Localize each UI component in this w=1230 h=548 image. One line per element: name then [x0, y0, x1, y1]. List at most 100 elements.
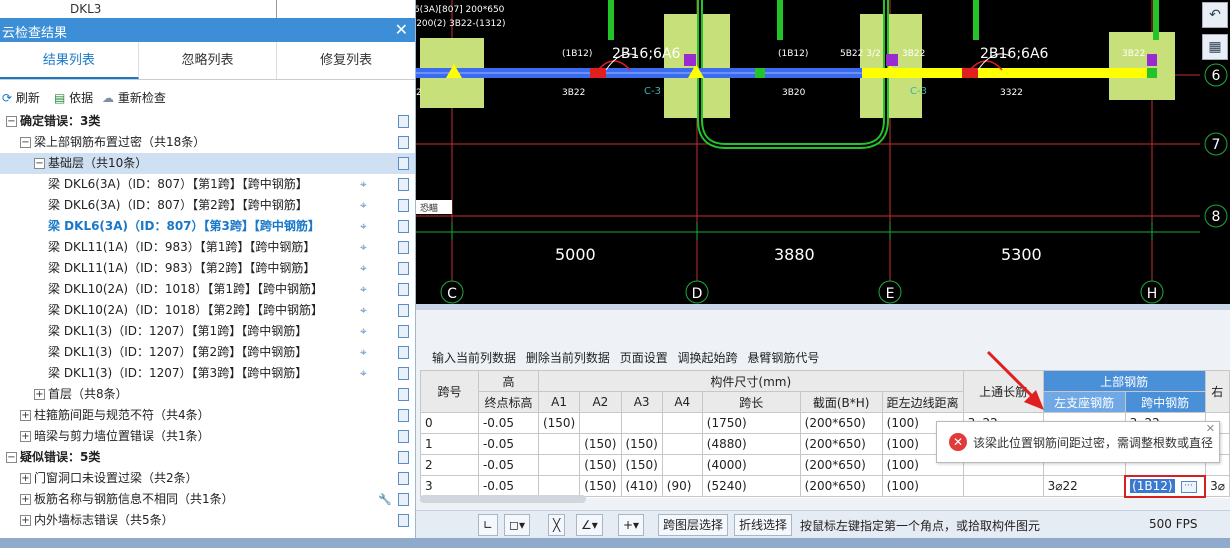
document-icon[interactable] — [398, 451, 409, 464]
table-cell[interactable] — [661, 412, 703, 434]
table-cell[interactable]: (4000) — [701, 454, 801, 476]
document-icon[interactable] — [398, 220, 409, 233]
input-column-button[interactable]: 输入当前列数据 — [432, 351, 516, 365]
tree-row[interactable]: + 内外墙标志错误（共5条） — [0, 510, 415, 531]
swap-start-span-button[interactable]: 调换起始跨 — [678, 351, 738, 365]
table-cell[interactable]: (1B12) ··· — [1124, 474, 1207, 498]
tab-ignored[interactable]: 忽略列表 — [138, 42, 278, 79]
tree-row[interactable]: 梁 DKL10(2A)（ID：1018）【第1跨】【跨中钢筋】 ⌖ — [0, 279, 415, 300]
tab-fixed[interactable]: 修复列表 — [277, 42, 415, 79]
table-cell[interactable]: -0.05 — [477, 412, 539, 434]
tree-row[interactable]: + 柱箍筋间距与规范不符（共4条） — [0, 405, 415, 426]
table-cell[interactable]: (150) — [579, 475, 622, 497]
expand-icon[interactable]: + — [34, 389, 45, 400]
table-cell[interactable]: (1750) — [701, 412, 801, 434]
tree-row[interactable]: + 首层（共8条） — [0, 384, 415, 405]
table-cell[interactable]: (410) — [620, 475, 663, 497]
table-cell[interactable]: (150) — [620, 454, 663, 476]
document-icon[interactable] — [398, 514, 409, 527]
tree-row[interactable]: − 梁上部钢筋布置过密（共18条） — [0, 132, 415, 153]
table-cell[interactable] — [620, 412, 663, 434]
offset-icon[interactable]: +▾ — [618, 514, 645, 536]
document-icon[interactable] — [398, 430, 409, 443]
expand-icon[interactable]: + — [20, 431, 31, 442]
locate-icon[interactable]: ⌖ — [360, 195, 367, 216]
table-cell[interactable] — [579, 412, 622, 434]
document-icon[interactable] — [398, 409, 409, 422]
recheck-button[interactable]: ☁ 重新检查 — [102, 89, 166, 106]
table-cell[interactable]: (150) — [579, 433, 622, 455]
table-cell[interactable]: 3⌀ — [1204, 475, 1230, 497]
collapse-icon[interactable]: − — [20, 137, 31, 148]
cross-icon[interactable]: ╳ — [548, 514, 566, 536]
beam-yellow[interactable] — [862, 68, 1152, 78]
table-cell[interactable]: (200*650) — [799, 412, 883, 434]
table-cell[interactable]: (100) — [881, 475, 964, 497]
document-icon[interactable] — [398, 136, 409, 149]
table-cell[interactable]: 1 — [420, 433, 479, 455]
collapse-icon[interactable]: − — [6, 116, 17, 127]
table-cell[interactable]: -0.05 — [477, 475, 539, 497]
locate-icon[interactable]: ⌖ — [360, 258, 367, 279]
locate-icon[interactable]: ⌖ — [360, 342, 367, 363]
column[interactable] — [1109, 32, 1175, 100]
expand-icon[interactable]: + — [20, 473, 31, 484]
polyline-select-button[interactable]: 折线选择 — [734, 514, 793, 536]
cad-canvas[interactable]: DKL6(3A)[807] 200*650 100/200(2) 3B22-(1… — [416, 0, 1200, 304]
tree-row[interactable]: 梁 DKL6(3A)（ID：807）【第3跨】【跨中钢筋】 ⌖ — [0, 216, 415, 237]
tree-row[interactable]: 梁 DKL6(3A)（ID：807）【第2跨】【跨中钢筋】 ⌖ — [0, 195, 415, 216]
table-cell[interactable] — [537, 454, 581, 476]
table-cell[interactable]: 3 — [420, 475, 479, 497]
collapse-icon[interactable]: − — [34, 158, 45, 169]
document-icon[interactable] — [398, 325, 409, 338]
tooltip-close-icon[interactable]: ✕ — [1206, 422, 1215, 435]
locate-icon[interactable]: ⌖ — [360, 321, 367, 342]
tree-row[interactable]: − 基础层（共10条） — [0, 153, 415, 174]
table-cell[interactable]: (200*650) — [799, 433, 883, 455]
table-cell[interactable]: 3⌀22 — [1042, 475, 1126, 497]
locate-icon[interactable]: ⌖ — [360, 216, 367, 237]
tree-row[interactable]: + 暗梁与剪力墙位置错误（共1条） — [0, 426, 415, 447]
document-icon[interactable] — [398, 493, 409, 506]
table-cell[interactable]: (150) — [579, 454, 622, 476]
table-cell[interactable]: (4880) — [701, 433, 801, 455]
tree-row[interactable]: 梁 DKL10(2A)（ID：1018）【第2跨】【跨中钢筋】 ⌖ — [0, 300, 415, 321]
horizontal-scrollbar[interactable] — [420, 495, 586, 503]
close-icon[interactable]: ✕ — [395, 20, 408, 39]
selected-cell-value[interactable]: (1B12) — [1130, 479, 1175, 493]
document-icon[interactable] — [398, 157, 409, 170]
tree-row[interactable]: 梁 DKL11(1A)（ID：983）【第2跨】【跨中钢筋】 ⌖ — [0, 258, 415, 279]
more-button[interactable]: ··· — [1180, 480, 1197, 493]
collapse-icon[interactable]: − — [6, 452, 17, 463]
document-icon[interactable] — [398, 115, 409, 128]
document-icon[interactable] — [398, 178, 409, 191]
table-cell[interactable]: (200*650) — [799, 475, 883, 497]
table-row[interactable]: 3 -0.05 (150) (410) (90) (5240) (200*650) (100)… — [420, 474, 1230, 498]
angle-icon[interactable]: ∠▾ — [576, 514, 603, 536]
document-icon[interactable] — [398, 346, 409, 359]
tab-results[interactable]: 结果列表 — [0, 42, 139, 79]
table-cell[interactable]: (200*650) — [799, 454, 883, 476]
table-cell[interactable] — [661, 433, 703, 455]
basis-button[interactable]: ▤ 依据 — [54, 89, 93, 106]
cross-layer-select-button[interactable]: 跨图层选择 — [658, 514, 729, 536]
tree-row[interactable]: 梁 DKL1(3)（ID：1207）【第2跨】【跨中钢筋】 ⌖ — [0, 342, 415, 363]
locate-icon[interactable]: ⌖ — [360, 237, 367, 258]
document-icon[interactable] — [398, 199, 409, 212]
locate-icon[interactable]: ⌖ — [360, 300, 367, 321]
cantilever-code-button[interactable]: 悬臂钢筋代号 — [747, 351, 819, 365]
table-cell[interactable]: -0.05 — [477, 433, 539, 455]
table-cell[interactable]: 2 — [420, 454, 479, 476]
table-cell[interactable]: (90) — [661, 475, 703, 497]
tree-row[interactable]: − 确定错误：3类 — [0, 111, 415, 132]
tree-row[interactable]: 梁 DKL11(1A)（ID：983）【第1跨】【跨中钢筋】 ⌖ — [0, 237, 415, 258]
locate-icon[interactable]: ⌖ — [360, 174, 367, 195]
splitter-handle[interactable] — [416, 304, 1230, 310]
document-icon[interactable] — [398, 388, 409, 401]
table-cell[interactable] — [661, 454, 703, 476]
tree-row[interactable]: 梁 DKL1(3)（ID：1207）【第1跨】【跨中钢筋】 ⌖ — [0, 321, 415, 342]
document-icon[interactable] — [398, 472, 409, 485]
snap-select-icon[interactable]: ◻▾ — [504, 514, 530, 536]
tree-row[interactable]: + 门窗洞口未设置过梁（共2条） — [0, 468, 415, 489]
locate-icon[interactable]: ⌖ — [360, 279, 367, 300]
